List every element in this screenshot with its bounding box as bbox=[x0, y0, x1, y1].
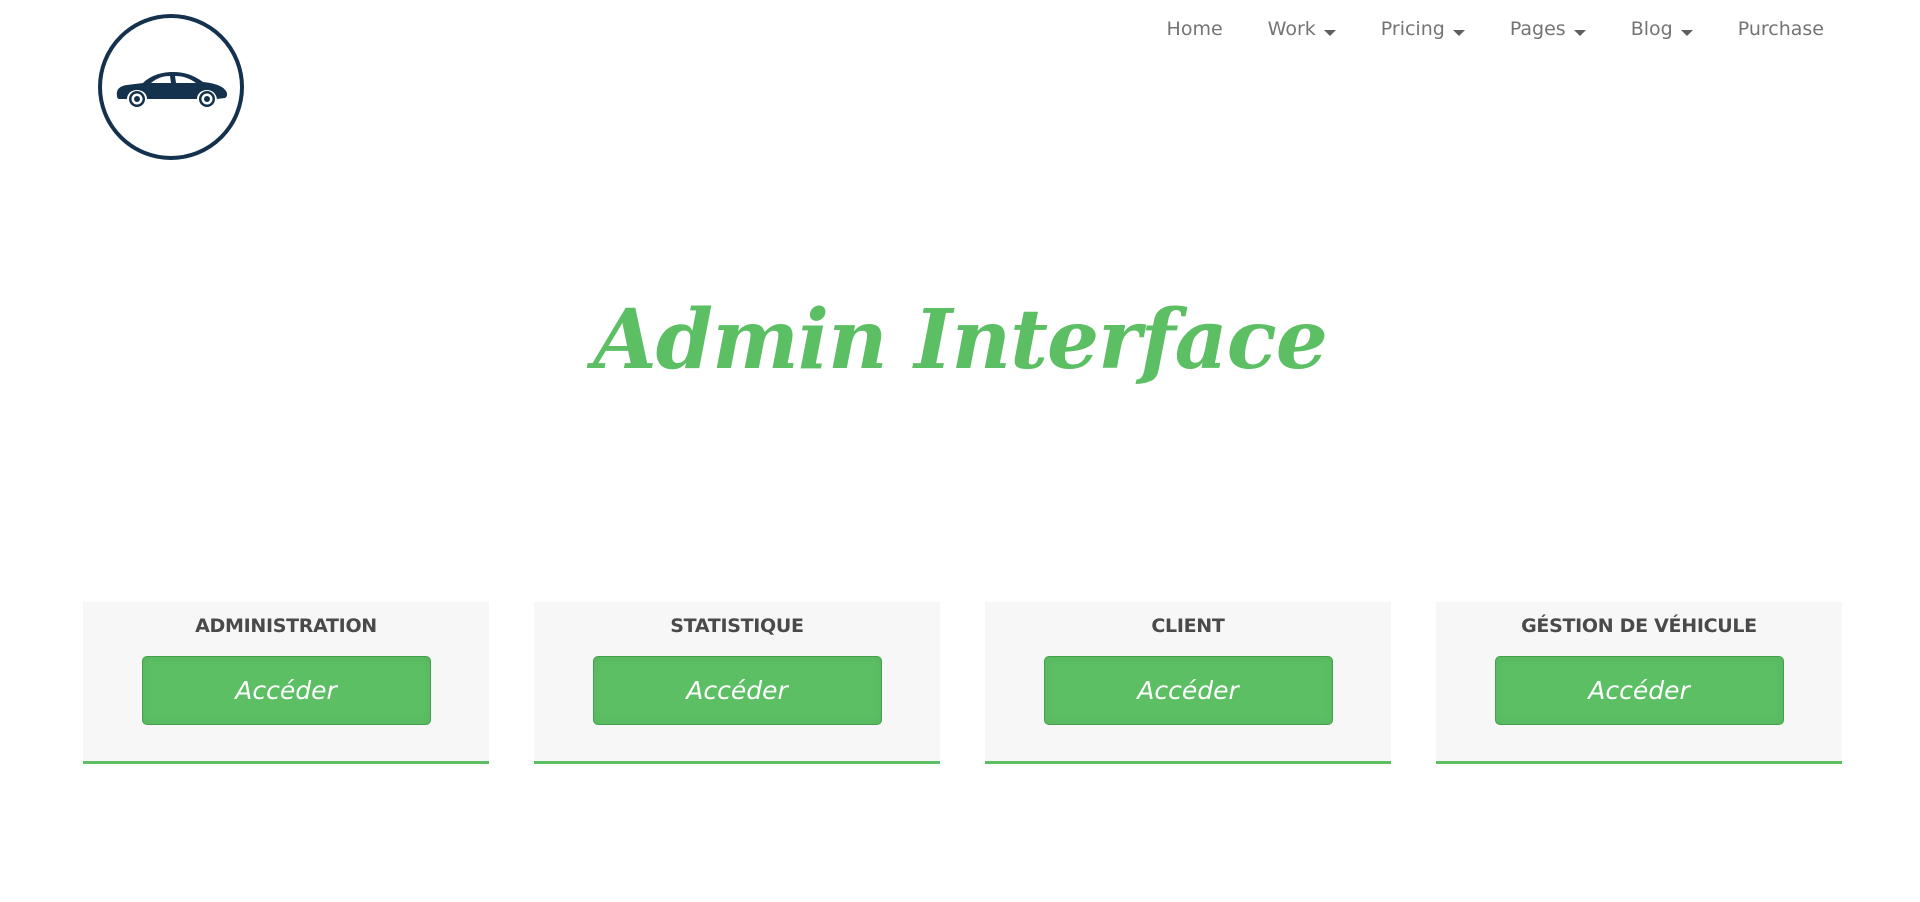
gestion-vehicule-access-button[interactable]: Accéder bbox=[1494, 656, 1784, 725]
caret-down-icon bbox=[1573, 30, 1586, 36]
nav-blog[interactable]: Blog bbox=[1631, 16, 1693, 42]
caret-down-icon bbox=[1323, 30, 1336, 36]
page-title: Admin Interface bbox=[593, 292, 1328, 388]
card-statistique: STATISTIQUE Accéder bbox=[534, 602, 940, 764]
caret-down-icon bbox=[1452, 30, 1465, 36]
nav-home-label: Home bbox=[1166, 18, 1223, 40]
card-title: GÉSTION DE VÉHICULE bbox=[1521, 615, 1757, 637]
nav-pricing-label: Pricing bbox=[1380, 18, 1445, 40]
card-gestion-vehicule: GÉSTION DE VÉHICULE Accéder bbox=[1436, 602, 1842, 764]
statistique-access-button[interactable]: Accéder bbox=[592, 656, 882, 725]
car-icon bbox=[116, 72, 228, 107]
main-nav: Home Work Pricing Pages Blog Purchase bbox=[1167, 16, 1824, 42]
administration-access-button[interactable]: Accéder bbox=[141, 656, 431, 725]
nav-work-label: Work bbox=[1267, 18, 1316, 40]
card-title: ADMINISTRATION bbox=[195, 615, 377, 637]
nav-pages-label: Pages bbox=[1509, 18, 1566, 40]
nav-work[interactable]: Work bbox=[1268, 16, 1336, 42]
card-title: CLIENT bbox=[1151, 615, 1225, 637]
nav-home[interactable]: Home bbox=[1167, 16, 1223, 42]
nav-purchase-label: Purchase bbox=[1737, 18, 1824, 40]
card-client: CLIENT Accéder bbox=[985, 602, 1391, 764]
nav-purchase[interactable]: Purchase bbox=[1738, 16, 1824, 42]
card-administration: ADMINISTRATION Accéder bbox=[83, 602, 489, 764]
nav-pages[interactable]: Pages bbox=[1510, 16, 1586, 42]
module-cards: ADMINISTRATION Accéder STATISTIQUE Accéd… bbox=[83, 602, 1842, 764]
page: Home Work Pricing Pages Blog Purchase Ad… bbox=[0, 0, 1920, 902]
card-title: STATISTIQUE bbox=[670, 615, 804, 637]
nav-pricing[interactable]: Pricing bbox=[1381, 16, 1465, 42]
client-access-button[interactable]: Accéder bbox=[1043, 656, 1333, 725]
site-logo[interactable] bbox=[98, 14, 244, 160]
nav-blog-label: Blog bbox=[1630, 18, 1673, 40]
caret-down-icon bbox=[1680, 30, 1693, 36]
